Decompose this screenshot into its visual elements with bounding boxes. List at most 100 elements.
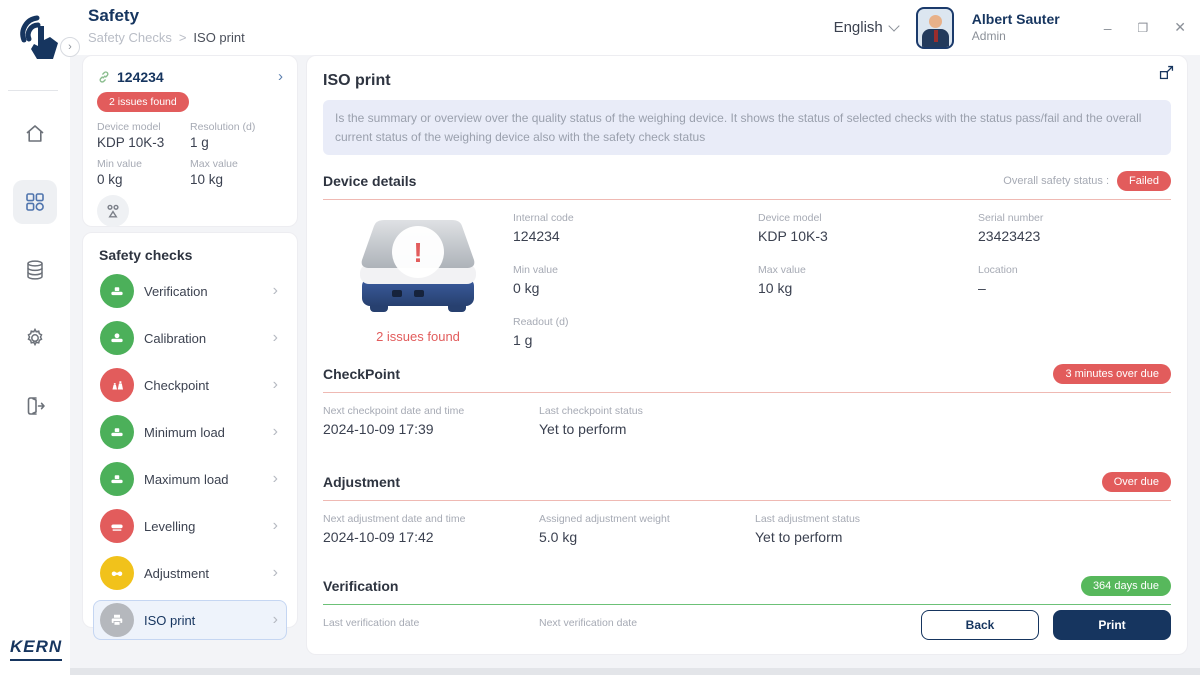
checkpoint-due-badge: 3 minutes over due bbox=[1053, 364, 1171, 385]
device-details-fields: Internal code 124234 Device model KDP 10… bbox=[513, 212, 1171, 348]
user-name: Albert Sauter bbox=[971, 11, 1060, 28]
minimum-load-status-circle bbox=[100, 415, 134, 449]
check-item-checkpoint[interactable]: Checkpoint › bbox=[93, 365, 287, 405]
issues-badge: 2 issues found bbox=[97, 92, 189, 112]
divider bbox=[8, 90, 58, 91]
divider bbox=[323, 199, 1171, 201]
breadcrumb-current: ISO print bbox=[193, 30, 245, 45]
expand-view-button[interactable] bbox=[1158, 64, 1175, 86]
device-issues-caption: 2 issues found bbox=[376, 329, 460, 345]
main-content: ISO print Is the summary or overview ove… bbox=[306, 55, 1188, 655]
field-label: Readout (d) bbox=[513, 316, 569, 329]
safety-checks-card: Safety checks Verification › Calibration… bbox=[82, 232, 298, 640]
chevron-right-icon: › bbox=[272, 282, 278, 299]
level-icon bbox=[111, 524, 123, 531]
minimize-icon[interactable]: – bbox=[1104, 20, 1112, 36]
sidebar-item-home[interactable] bbox=[13, 112, 57, 156]
check-item-maximum-load[interactable]: Maximum load › bbox=[93, 459, 287, 499]
divider bbox=[323, 392, 1171, 394]
overall-status-badge: Failed bbox=[1117, 171, 1171, 192]
field-value: – bbox=[978, 280, 986, 297]
check-item-adjustment[interactable]: Adjustment › bbox=[93, 553, 287, 593]
chevron-down-icon bbox=[888, 19, 900, 32]
section-title: Verification bbox=[323, 578, 399, 595]
field-label: Next adjustment date and time bbox=[323, 513, 466, 526]
weights-icon bbox=[112, 381, 123, 390]
sidebar-collapse-toggle[interactable]: › bbox=[60, 37, 80, 57]
detail-field: Next checkpoint date and time 2024-10-09… bbox=[323, 405, 539, 438]
sidebar-item-database[interactable] bbox=[13, 248, 57, 292]
field-label: Resolution (d) bbox=[190, 121, 256, 133]
chevron-right-icon: › bbox=[272, 329, 278, 346]
device-field: Max value 10 kg bbox=[190, 158, 283, 187]
window-bottom-edge bbox=[70, 668, 1200, 675]
check-item-verification[interactable]: Verification › bbox=[93, 271, 287, 311]
print-button[interactable]: Print bbox=[1053, 610, 1171, 640]
detail-field: Location – bbox=[978, 264, 1171, 296]
field-label: Last checkpoint status bbox=[539, 405, 643, 418]
device-card-chevron-icon[interactable]: › bbox=[278, 68, 283, 85]
device-field: Min value 0 kg bbox=[97, 158, 190, 187]
calibration-status-circle bbox=[100, 321, 134, 355]
verification-status-circle bbox=[100, 274, 134, 308]
divider bbox=[323, 604, 1171, 606]
device-id[interactable]: 124234 bbox=[117, 69, 164, 85]
sidebar-item-logout[interactable] bbox=[13, 384, 57, 428]
avatar[interactable] bbox=[915, 6, 954, 49]
scale-icon bbox=[111, 475, 123, 484]
levelling-status-circle bbox=[100, 509, 134, 543]
field-label: Internal code bbox=[513, 212, 574, 225]
main-title: ISO print bbox=[323, 72, 391, 89]
hierarchy-button[interactable] bbox=[97, 195, 129, 227]
field-value: 2024-10-09 17:39 bbox=[323, 421, 434, 438]
field-value: 2024-10-09 17:42 bbox=[323, 529, 434, 546]
field-value: 5.0 kg bbox=[539, 529, 578, 546]
field-label: Device model bbox=[758, 212, 822, 225]
weighing-scale-image: ! bbox=[360, 220, 476, 313]
field-value: 124234 bbox=[513, 228, 560, 245]
check-item-calibration[interactable]: Calibration › bbox=[93, 318, 287, 358]
sidebar-item-dashboard[interactable] bbox=[13, 180, 57, 224]
hierarchy-icon bbox=[107, 204, 119, 218]
device-summary-card: 124234 › 2 issues found Device model KDP… bbox=[82, 55, 298, 227]
field-label: Next checkpoint date and time bbox=[323, 405, 465, 418]
chevron-right-icon: › bbox=[272, 376, 278, 393]
field-value: 1 g bbox=[190, 135, 209, 150]
close-icon[interactable]: ✕ bbox=[1174, 19, 1186, 36]
detail-field: Min value 0 kg bbox=[513, 264, 758, 296]
field-value bbox=[539, 633, 755, 650]
sidebar-item-settings[interactable] bbox=[13, 316, 57, 360]
detail-field: Serial number 23423423 bbox=[978, 212, 1171, 244]
detail-field: Next verification date bbox=[539, 617, 755, 650]
checkpoint-fields: Next checkpoint date and time 2024-10-09… bbox=[323, 405, 1171, 438]
language-label: English bbox=[833, 19, 883, 36]
field-label: Max value bbox=[190, 158, 238, 170]
section-title: Device details bbox=[323, 173, 417, 190]
language-selector[interactable]: English bbox=[833, 19, 900, 36]
field-value: 10 kg bbox=[758, 280, 793, 297]
window-controls: – ❐ ✕ bbox=[1104, 19, 1186, 36]
back-button[interactable]: Back bbox=[921, 610, 1039, 640]
chevron-right-icon: › bbox=[272, 517, 278, 534]
check-item-minimum-load[interactable]: Minimum load › bbox=[93, 412, 287, 452]
overall-status: Overall safety status : Failed bbox=[1003, 171, 1171, 192]
adjustment-header: Adjustment Over due bbox=[323, 472, 1171, 493]
sidebar-items bbox=[0, 112, 70, 428]
field-value: KDP 10K-3 bbox=[758, 228, 828, 245]
device-field: Resolution (d) 1 g bbox=[190, 121, 283, 150]
field-value: 10 kg bbox=[190, 172, 224, 187]
device-image: ! 2 issues found bbox=[323, 212, 513, 348]
maximize-icon[interactable]: ❐ bbox=[1138, 21, 1149, 35]
kern-brand-logo: KERN bbox=[10, 637, 63, 661]
detail-field: Device model KDP 10K-3 bbox=[758, 212, 978, 244]
check-item-levelling[interactable]: Levelling › bbox=[93, 506, 287, 546]
avatar-head bbox=[928, 14, 942, 28]
chevron-right-icon: › bbox=[272, 423, 278, 440]
calibration-icon bbox=[111, 333, 123, 343]
check-item-label: Verification bbox=[144, 283, 208, 299]
detail-field: Assigned adjustment weight 5.0 kg bbox=[539, 513, 755, 546]
adjust-icon bbox=[111, 571, 123, 576]
breadcrumb-parent[interactable]: Safety Checks bbox=[88, 30, 172, 45]
section-title: CheckPoint bbox=[323, 366, 401, 383]
check-item-iso-print[interactable]: ISO print › bbox=[93, 600, 287, 640]
